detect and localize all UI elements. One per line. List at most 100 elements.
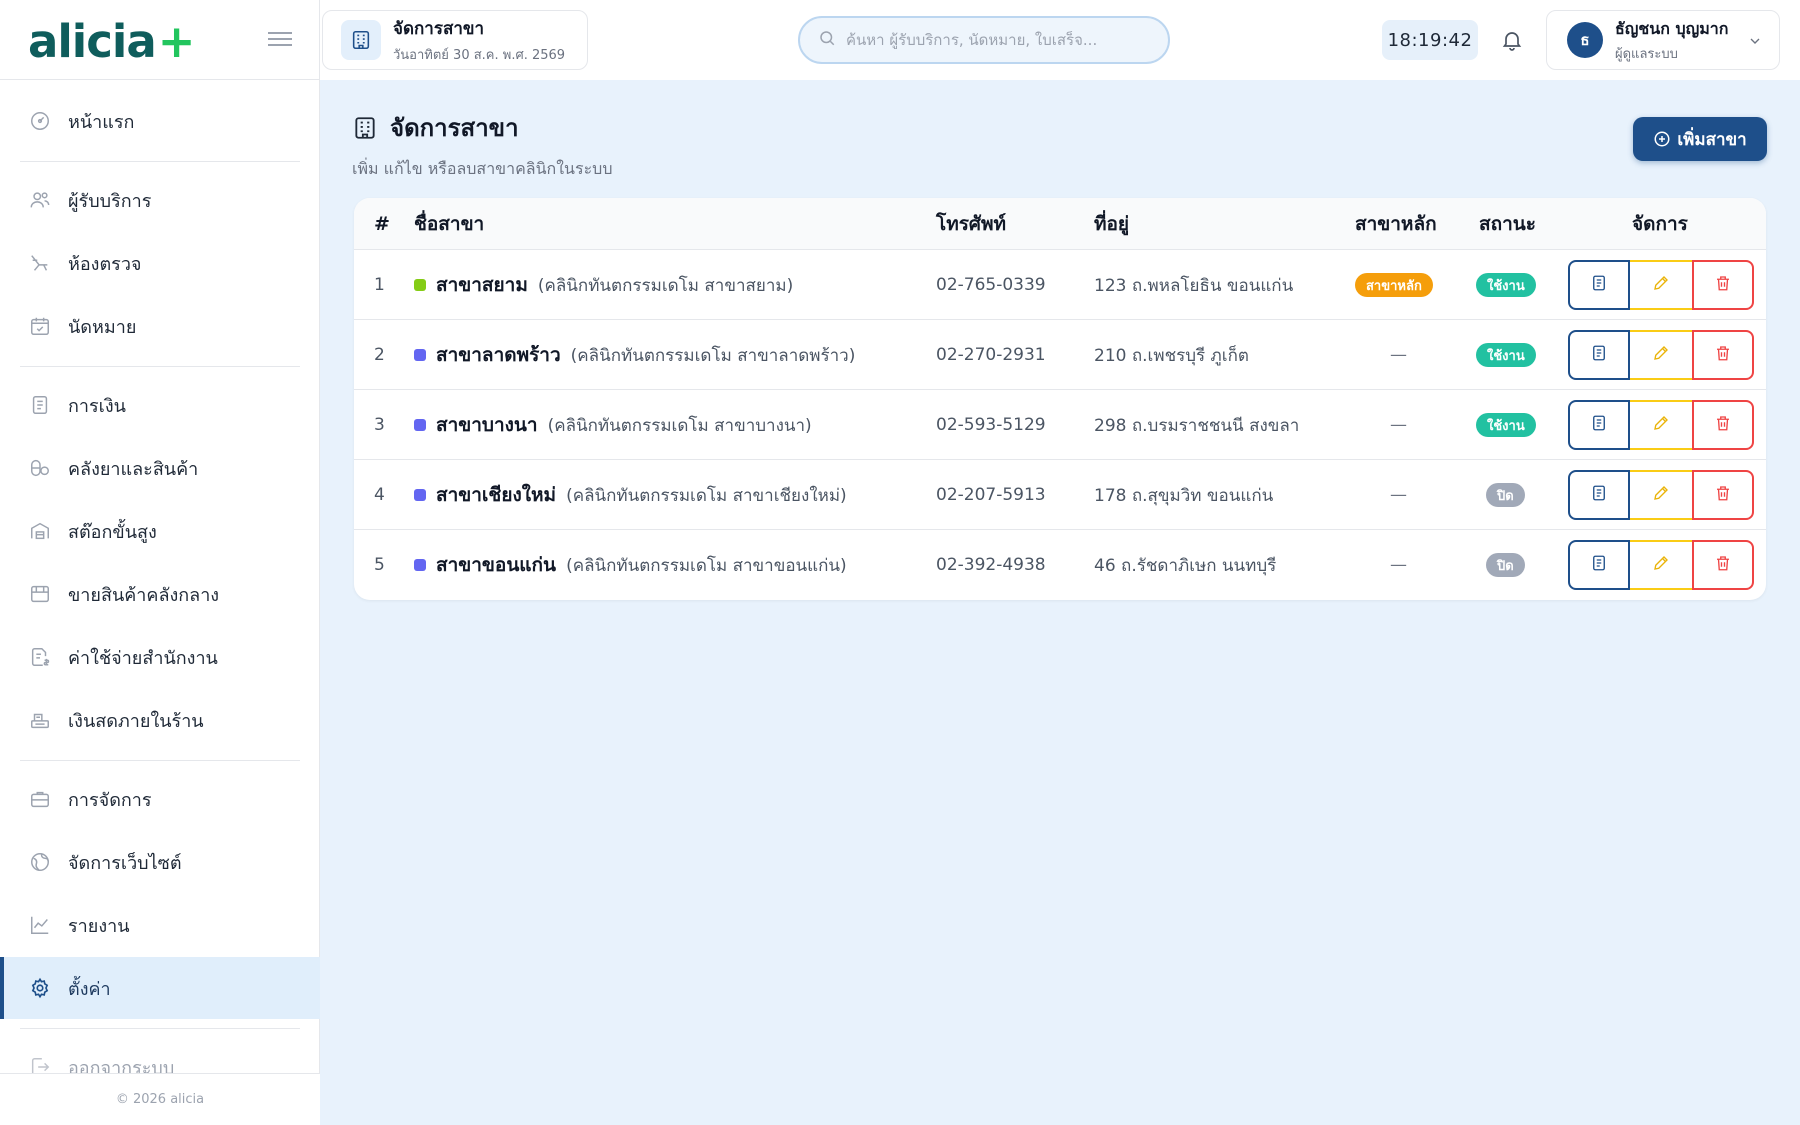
delete-button[interactable] [1692, 470, 1754, 520]
chart-line-icon [28, 913, 52, 937]
column-header-num: # [374, 213, 390, 235]
table-row: 1 สาขาสยาม (คลินิกทันตกรรมเดโม สาขาสยาม)… [354, 250, 1766, 320]
calendar-check-icon [28, 314, 52, 338]
pencil-icon [1652, 274, 1670, 296]
sidebar-item-inventory[interactable]: คลังยาและสินค้า [0, 437, 320, 499]
row-number: 4 [374, 485, 385, 505]
edit-button[interactable] [1630, 400, 1692, 450]
view-details-button[interactable] [1568, 330, 1630, 380]
address-cell: 298 ถ.บรมราชชนนี สงขลา [1094, 415, 1300, 436]
sidebar-item-cash[interactable]: เงินสดภายในร้าน [0, 689, 320, 751]
document-icon [1590, 484, 1608, 506]
branch-full-name: (คลินิกทันตกรรมเดโม สาขาสยาม) [537, 275, 794, 296]
branch-name-cell: สาขาบางนา (คลินิกทันตกรรมเดโม สาขาบางนา) [414, 390, 812, 460]
branch-name: สาขาบางนา [436, 414, 538, 436]
pencil-icon [1652, 554, 1670, 576]
row-number: 5 [374, 555, 385, 575]
sidebar-item-management[interactable]: การจัดการ [0, 768, 320, 830]
sidebar-item-office-expenses[interactable]: ค่าใช้จ่ายสำนักงาน [0, 626, 320, 688]
branch-name-cell: สาขาเชียงใหม่ (คลินิกทันตกรรมเดโม สาขาเช… [414, 460, 847, 530]
divider [20, 161, 300, 162]
status-cell: ใช้งาน [1476, 320, 1536, 390]
main-branch-cell: สาขาหลัก [1355, 250, 1433, 320]
page-title-text: จัดการสาขา [390, 114, 519, 142]
sidebar-item-label: การเงิน [68, 395, 126, 417]
delete-button[interactable] [1692, 260, 1754, 310]
sidebar-item-label: ตั้งค่า [68, 978, 111, 1000]
edit-button[interactable] [1630, 540, 1692, 590]
status-cell: ใช้งาน [1476, 250, 1536, 320]
view-details-button[interactable] [1568, 470, 1630, 520]
page-title: จัดการสาขา [352, 108, 612, 147]
sidebar-item-label: ห้องตรวจ [68, 253, 142, 275]
main-branch-cell: — [1390, 485, 1407, 505]
branch-name-cell: สาขาขอนแก่น (คลินิกทันตกรรมเดโม สาขาขอนแ… [414, 530, 847, 600]
delete-button[interactable] [1692, 400, 1754, 450]
topbar: จัดการสาขา วันอาทิตย์ 30 ส.ค. พ.ศ. 2569 … [320, 0, 1800, 80]
phone-cell: 02-392-4938 [936, 555, 1046, 575]
add-branch-button[interactable]: เพิ่มสาขา [1633, 117, 1767, 161]
sidebar-item-label: นัดหมาย [68, 316, 137, 338]
status-badge: ปิด [1486, 483, 1525, 507]
gear-icon [28, 976, 52, 1000]
delete-button[interactable] [1692, 330, 1754, 380]
edit-button[interactable] [1630, 330, 1692, 380]
row-number: 1 [374, 275, 385, 295]
sidebar-item-finance[interactable]: การเงิน [0, 374, 320, 436]
search-input[interactable] [846, 31, 1146, 49]
column-header-name: ชื่อสาขา [414, 213, 485, 235]
delete-button[interactable] [1692, 540, 1754, 590]
pills-icon [28, 456, 52, 480]
trash-icon [1714, 344, 1732, 366]
users-icon [28, 188, 52, 212]
branch-name: สาขาขอนแก่น [436, 554, 557, 576]
sidebar-item-patients[interactable]: ผู้รับบริการ [0, 169, 320, 231]
table-row: 2 สาขาลาดพร้าว (คลินิกทันตกรรมเดโม สาขาล… [354, 320, 1766, 390]
user-menu[interactable]: ธ ธัญชนก บุญมาก ผู้ดูแลระบบ [1546, 10, 1780, 70]
view-details-button[interactable] [1568, 400, 1630, 450]
sidebar-item-home[interactable]: หน้าแรก [0, 90, 320, 152]
view-details-button[interactable] [1568, 540, 1630, 590]
branches-table: # ชื่อสาขา โทรศัพท์ ที่อยู่ สาขาหลัก สถา… [354, 198, 1766, 600]
sidebar-item-label: รายงาน [68, 915, 130, 937]
row-actions [1568, 540, 1754, 590]
edit-button[interactable] [1630, 260, 1692, 310]
cash-register-icon [28, 708, 52, 732]
divider [20, 760, 300, 761]
table-row: 5 สาขาขอนแก่น (คลินิกทันตกรรมเดโม สาขาขอ… [354, 530, 1766, 600]
pencil-icon [1652, 344, 1670, 366]
clock: 18:19:42 [1382, 20, 1478, 60]
divider [20, 366, 300, 367]
trash-icon [1714, 554, 1732, 576]
table-row: 3 สาขาบางนา (คลินิกทันตกรรมเดโม สาขาบางน… [354, 390, 1766, 460]
document-icon [1590, 274, 1608, 296]
page-header: จัดการสาขา เพิ่ม แก้ไข หรือลบสาขาคลินิกใ… [352, 108, 612, 182]
row-actions [1568, 470, 1754, 520]
table-header: # ชื่อสาขา โทรศัพท์ ที่อยู่ สาขาหลัก สถา… [354, 198, 1766, 250]
main-branch-cell: — [1390, 555, 1407, 575]
bell-icon[interactable] [1494, 22, 1530, 58]
branch-selector[interactable]: จัดการสาขา วันอาทิตย์ 30 ส.ค. พ.ศ. 2569 [322, 10, 588, 70]
branch-name: สาขาเชียงใหม่ [436, 484, 557, 506]
search-box [798, 16, 1170, 64]
logo[interactable]: alicia + [28, 14, 195, 68]
view-details-button[interactable] [1568, 260, 1630, 310]
sidebar-item-exam-room[interactable]: ห้องตรวจ [0, 232, 320, 294]
phone-cell: 02-207-5913 [936, 485, 1046, 505]
branch-full-name: (คลินิกทันตกรรมเดโม สาขาเชียงใหม่) [566, 485, 847, 506]
branch-color-dot [414, 349, 426, 361]
sidebar-item-website[interactable]: จัดการเว็บไซต์ [0, 831, 320, 893]
sidebar-item-reports[interactable]: รายงาน [0, 894, 320, 956]
status-cell: ปิด [1486, 530, 1525, 600]
hamburger-menu-icon[interactable] [268, 28, 292, 48]
sidebar: alicia + หน้าแรก ผู้รับบริการ ห้องตรวจ นั… [0, 0, 320, 1125]
divider [0, 79, 320, 80]
sidebar-item-appointments[interactable]: นัดหมาย [0, 295, 320, 357]
sidebar-item-advanced-stock[interactable]: สต๊อกขั้นสูง [0, 500, 320, 562]
edit-button[interactable] [1630, 470, 1692, 520]
logo-text: alicia [28, 14, 157, 68]
user-role: ผู้ดูแลระบบ [1615, 46, 1678, 62]
sidebar-item-settings[interactable]: ตั้งค่า [0, 957, 320, 1019]
sidebar-item-central-sales[interactable]: ขายสินค้าคลังกลาง [0, 563, 320, 625]
sidebar-item-label: ขายสินค้าคลังกลาง [68, 584, 220, 606]
